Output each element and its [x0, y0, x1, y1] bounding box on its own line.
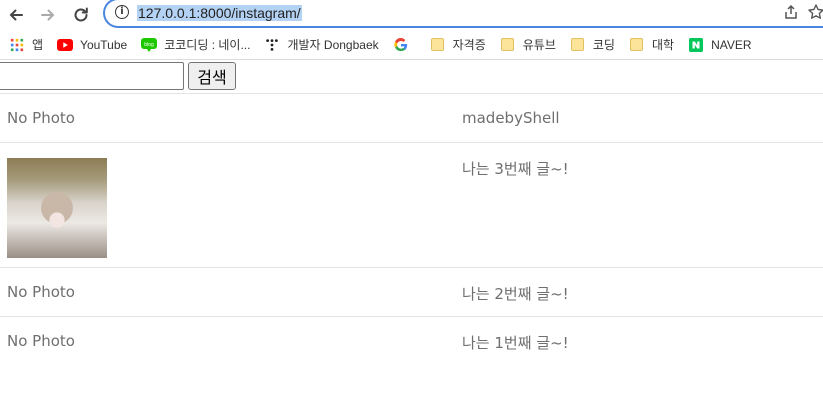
post-photo-cell	[0, 142, 455, 268]
table-row: No Photo madebyShell	[0, 93, 823, 143]
post-message: 나는 1번째 글~!	[455, 316, 823, 366]
browser-toolbar: i 127.0.0.1:8000/instagram/	[0, 0, 823, 30]
bookmark-folder-youtube[interactable]: 유튜브	[500, 36, 556, 53]
forward-arrow-icon	[41, 9, 55, 21]
svg-text:blog: blog	[144, 42, 154, 48]
apps-grid-icon	[9, 37, 25, 53]
bookmark-folder-coding[interactable]: 코딩	[570, 36, 615, 53]
bookmark-blog[interactable]: blog 코코디딩 : 네이...	[141, 36, 250, 53]
bookmark-star-icon[interactable]	[807, 3, 823, 21]
post-photo-cell: No Photo	[0, 316, 455, 366]
folder-icon	[570, 37, 586, 53]
bookmark-folder-cert[interactable]: 자격증	[430, 36, 486, 53]
search-input[interactable]	[0, 62, 184, 90]
bookmark-youtube[interactable]: YouTube	[57, 37, 127, 53]
back-button[interactable]	[4, 3, 28, 27]
forward-button[interactable]	[36, 3, 60, 27]
bookmark-apps[interactable]: 앱	[9, 36, 43, 53]
search-button[interactable]: 검색	[188, 62, 236, 90]
google-icon	[393, 37, 409, 53]
bookmark-label: 대학	[651, 38, 675, 52]
bookmark-label: 코코디딩 : 네이...	[164, 38, 251, 52]
address-bar[interactable]: i 127.0.0.1:8000/instagram/	[103, 0, 823, 28]
post-message: madebyShell	[455, 93, 823, 143]
post-message: 나는 3번째 글~!	[455, 142, 823, 268]
bookmark-label: 자격증	[452, 38, 486, 52]
reload-icon	[74, 7, 88, 22]
bookmark-label: 코딩	[592, 38, 615, 52]
bookmarks-bar: 앱 YouTube blog 코코디딩 : 네이... 개발자 Dongbaek	[0, 30, 823, 60]
bookmark-label: 유튜브	[522, 38, 556, 52]
bookmark-label: YouTube	[80, 37, 128, 52]
youtube-icon	[57, 37, 74, 53]
bookmark-naver[interactable]: NAVER	[688, 37, 752, 53]
bookmark-google[interactable]	[393, 37, 416, 53]
share-icon[interactable]	[783, 4, 799, 20]
table-row: No Photo 나는 2번째 글~!	[0, 267, 823, 317]
bookmark-label: NAVER	[711, 37, 752, 52]
post-photo-image	[7, 158, 107, 258]
post-table: No Photo madebyShell 나는 3번째 글~! No Photo…	[0, 93, 823, 366]
reload-button[interactable]	[69, 3, 93, 27]
bookmark-folder-college[interactable]: 대학	[629, 36, 674, 53]
table-row: No Photo 나는 1번째 글~!	[0, 316, 823, 366]
post-photo-cell: No Photo	[0, 93, 455, 143]
site-info-icon[interactable]: i	[115, 5, 129, 19]
table-row: 나는 3번째 글~!	[0, 142, 823, 268]
blog-icon: blog	[141, 37, 158, 53]
bookmark-label: 앱	[32, 38, 44, 52]
post-photo-cell: No Photo	[0, 267, 455, 317]
bookmark-dongbaek[interactable]: 개발자 Dongbaek	[264, 36, 379, 53]
address-url[interactable]: 127.0.0.1:8000/instagram/	[137, 5, 302, 21]
folder-icon	[629, 37, 645, 53]
bookmark-label: 개발자 Dongbaek	[287, 38, 379, 52]
back-arrow-icon	[9, 9, 23, 21]
folder-icon	[500, 37, 516, 53]
post-message: 나는 2번째 글~!	[455, 267, 823, 317]
folder-icon	[430, 37, 446, 53]
search-form: 검색	[0, 60, 823, 91]
dots-logo-icon	[264, 37, 280, 53]
naver-icon	[688, 37, 704, 53]
